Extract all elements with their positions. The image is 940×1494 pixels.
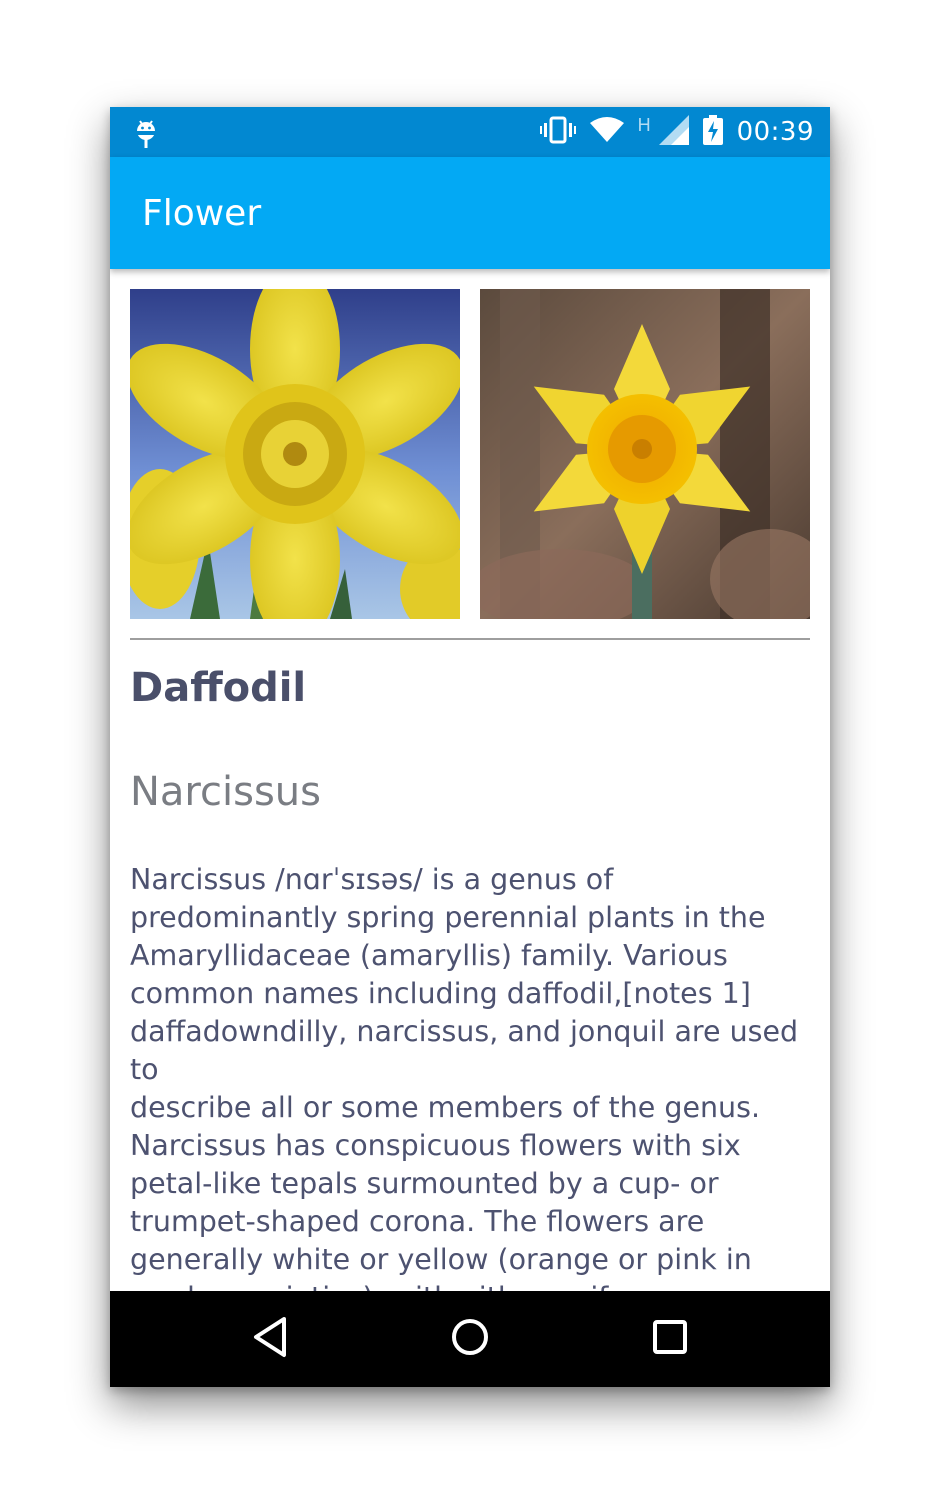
app-bar: Flower: [110, 157, 830, 269]
app-title: Flower: [142, 193, 262, 234]
daffodil-photo-sky[interactable]: [130, 289, 460, 619]
vibrate-icon: [539, 116, 576, 149]
divider: [130, 638, 810, 640]
android-debug-icon: [134, 117, 158, 154]
home-button[interactable]: [446, 1315, 494, 1363]
wifi-icon: [589, 116, 624, 148]
flower-latin-name: Narcissus: [130, 769, 321, 815]
back-button[interactable]: [246, 1315, 294, 1363]
flower-description: Narcissus /nɑrˈsɪsəs/ is a genus of pred…: [130, 863, 799, 1291]
recents-icon: [652, 1319, 688, 1360]
phone-screen: H 00:39 Flower Daffodil Narcissus Narcis…: [110, 107, 830, 1387]
battery-charging-icon: [702, 114, 723, 150]
network-type-label: H: [637, 114, 651, 135]
detail-content[interactable]: Daffodil Narcissus Narcissus /nɑrˈsɪsəs/…: [110, 269, 830, 1291]
status-bar: H 00:39: [110, 107, 830, 157]
recents-button[interactable]: [646, 1315, 694, 1363]
status-time: 00:39: [736, 117, 814, 147]
back-icon: [250, 1315, 290, 1364]
cell-signal-icon: [658, 114, 689, 150]
navigation-bar: [110, 1291, 830, 1387]
daffodil-photo-forest[interactable]: [480, 289, 810, 619]
flower-name: Daffodil: [130, 665, 307, 711]
home-icon: [450, 1317, 490, 1362]
